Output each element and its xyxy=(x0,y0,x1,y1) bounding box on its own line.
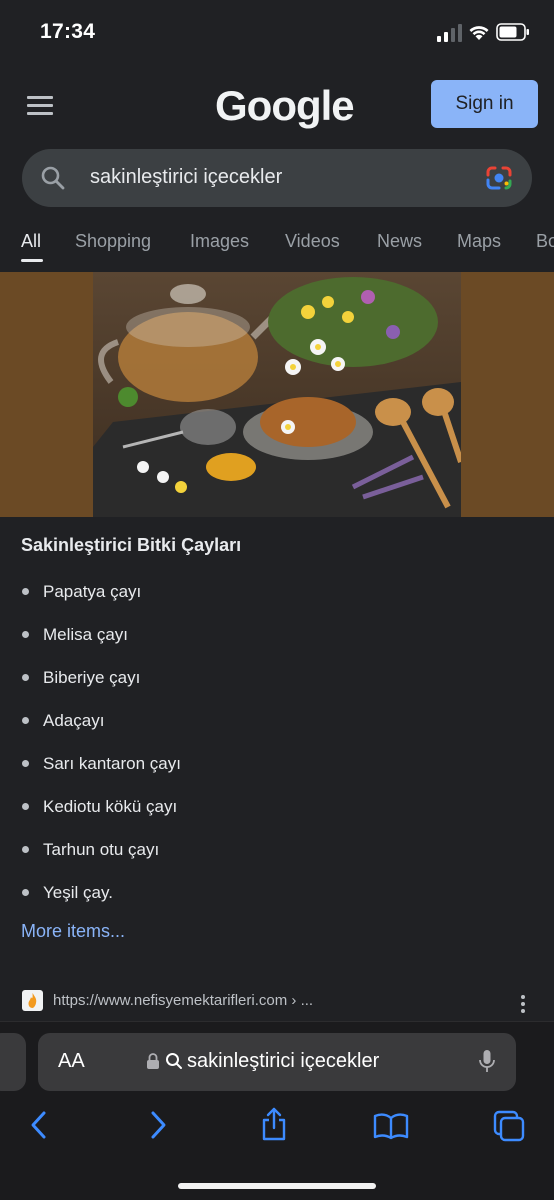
home-indicator xyxy=(178,1183,376,1189)
chevron-left-icon[interactable] xyxy=(28,1110,50,1140)
reader-aa-button[interactable]: AA xyxy=(58,1050,85,1073)
google-header: Google Sign in xyxy=(0,66,554,146)
bullet-icon xyxy=(22,717,29,724)
bullet-icon xyxy=(22,846,29,853)
bookmarks-book-icon[interactable] xyxy=(373,1112,409,1140)
list-item-label: Papatya çayı xyxy=(43,581,142,601)
cellular-signal-icon xyxy=(437,24,462,42)
tab-maps[interactable]: Maps xyxy=(457,231,501,252)
lock-icon xyxy=(147,1053,159,1069)
google-lens-icon[interactable] xyxy=(485,165,513,191)
list-item-label: Kediotu kökü çayı xyxy=(43,796,178,816)
tab-shopping[interactable]: Shopping xyxy=(75,231,151,252)
featured-snippet-title: Sakinleştirici Bitki Çayları xyxy=(21,535,242,555)
site-favicon[interactable] xyxy=(22,990,43,1011)
search-input[interactable]: sakinleştirici içecekler xyxy=(90,166,282,189)
list-item: Yeşil çay. xyxy=(21,871,521,914)
tab-books[interactable]: Bo xyxy=(536,231,554,252)
featured-image-container[interactable] xyxy=(0,272,554,517)
bullet-icon xyxy=(22,588,29,595)
tab-images[interactable]: Images xyxy=(190,231,249,252)
list-item-label: Tarhun otu çayı xyxy=(43,839,160,859)
featured-list: Papatya çayı Melisa çayı Biberiye çayı A… xyxy=(21,570,521,914)
bullet-icon xyxy=(22,803,29,810)
google-logo[interactable]: Google xyxy=(215,82,355,130)
list-item: Sarı kantaron çayı xyxy=(21,742,521,785)
herbal-tea-image[interactable] xyxy=(93,272,461,517)
safari-address-bar[interactable]: AA sakinleştirici içecekler xyxy=(38,1033,516,1091)
list-item-label: Biberiye çayı xyxy=(43,667,141,687)
search-icon[interactable] xyxy=(40,165,66,191)
flame-icon xyxy=(28,993,37,1008)
bullet-icon xyxy=(22,674,29,681)
status-bar: 17:34 xyxy=(0,0,554,66)
list-item-label: Adaçayı xyxy=(43,710,105,730)
active-tab-indicator xyxy=(21,259,43,262)
list-item: Adaçayı xyxy=(21,699,521,742)
hamburger-menu-icon[interactable] xyxy=(27,96,53,116)
bullet-icon xyxy=(22,889,29,896)
search-tabs: All Shopping Images Videos News Maps Bo xyxy=(0,226,554,272)
sign-in-button[interactable]: Sign in xyxy=(431,80,538,128)
previous-tab-preview[interactable] xyxy=(0,1033,26,1091)
list-item: Melisa çayı xyxy=(21,613,521,656)
tabs-icon[interactable] xyxy=(493,1110,525,1142)
list-item-label: Sarı kantaron çayı xyxy=(43,753,181,773)
tab-news[interactable]: News xyxy=(377,231,422,252)
tab-videos[interactable]: Videos xyxy=(285,231,340,252)
tab-all[interactable]: All xyxy=(21,231,41,252)
list-item-label: Melisa çayı xyxy=(43,624,129,644)
wifi-icon xyxy=(469,26,489,40)
share-icon[interactable] xyxy=(260,1106,288,1142)
result-url[interactable]: https://www.nefisyemektarifleri.com › ..… xyxy=(53,992,313,1009)
bullet-icon xyxy=(22,631,29,638)
list-item: Biberiye çayı xyxy=(21,656,521,699)
search-icon xyxy=(166,1053,182,1069)
chevron-right-icon[interactable] xyxy=(147,1110,169,1140)
status-time: 17:34 xyxy=(40,20,96,43)
microphone-icon[interactable] xyxy=(478,1049,496,1075)
list-item: Tarhun otu çayı xyxy=(21,828,521,871)
address-text[interactable]: sakinleştirici içecekler xyxy=(187,1050,379,1073)
safari-toolbar: AA sakinleştirici içecekler xyxy=(0,1021,554,1200)
list-item: Papatya çayı xyxy=(21,570,521,613)
more-options-icon[interactable] xyxy=(521,995,527,1013)
battery-icon xyxy=(496,23,529,41)
more-items-link[interactable]: More items... xyxy=(21,921,125,942)
list-item-label: Yeşil çay. xyxy=(43,882,113,902)
bullet-icon xyxy=(22,760,29,767)
list-item: Kediotu kökü çayı xyxy=(21,785,521,828)
search-bar[interactable]: sakinleştirici içecekler xyxy=(22,149,532,207)
